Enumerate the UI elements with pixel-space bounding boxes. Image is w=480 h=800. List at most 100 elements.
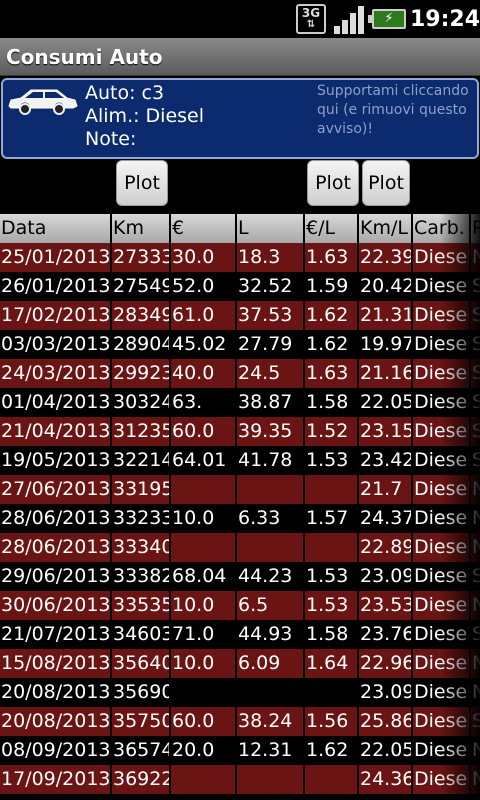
- cell-euro-per-liter: 1.58: [305, 388, 357, 417]
- cell-km: 27549: [112, 272, 169, 301]
- header-euro-per-liter: €/L: [305, 214, 357, 243]
- table-row[interactable]: 15/08/2013 35640 10.0 6.09 1.64 22.96 Diesel N: [0, 649, 480, 678]
- table-row[interactable]: 03/03/2013 28904 45.02 27.79 1.62 19.97 Diesel…: [0, 330, 480, 359]
- cell-km-per-liter: 23.76: [359, 620, 411, 649]
- cell-euro-per-liter: 1.62: [305, 736, 357, 765]
- cell-full: N: [471, 736, 480, 765]
- cell-euro-per-liter: 1.64: [305, 649, 357, 678]
- cell-euro: 63.: [171, 388, 235, 417]
- table-row[interactable]: 28/06/2013 33233 10.0 6.33 1.57 24.37 Diesel N: [0, 504, 480, 533]
- cell-km: 36574: [112, 736, 169, 765]
- cell-km-per-liter: 21.7: [359, 475, 411, 504]
- cell-liters: 37.53: [237, 301, 303, 330]
- cell-euro-per-liter: 1.57: [305, 504, 357, 533]
- table-header: Data Km € L €/L Km/L Carb. P: [0, 214, 480, 243]
- cell-full: S: [471, 417, 480, 446]
- cell-date: 21/07/2013: [0, 620, 110, 649]
- table-row[interactable]: 30/06/2013 33535 10.0 6.5 1.53 23.53 Diesel N: [0, 591, 480, 620]
- cell-euro: 45.02: [171, 330, 235, 359]
- network-3g-icon: 3G ⇅: [296, 4, 326, 34]
- cell-km-per-liter: 21.16: [359, 359, 411, 388]
- network-label: 3G: [301, 6, 321, 20]
- table-row[interactable]: 21/04/2013 31235 60.0 39.35 1.52 23.15 Diesel S: [0, 417, 480, 446]
- cell-km: 28349: [112, 301, 169, 330]
- battery-charging-icon: ⚡: [368, 9, 406, 29]
- cell-euro-per-liter: 1.63: [305, 243, 357, 272]
- cell-date: 26/01/2013: [0, 272, 110, 301]
- cell-euro-per-liter: [305, 765, 357, 794]
- cell-full: N: [471, 765, 480, 794]
- cell-fuel: Diesel: [413, 707, 469, 736]
- status-bar: 3G ⇅ ⚡ 19:24: [0, 0, 480, 38]
- cell-date: 17/09/2013: [0, 765, 110, 794]
- cell-euro-per-liter: [305, 475, 357, 504]
- cell-euro: [171, 533, 235, 562]
- cell-full: S: [471, 330, 480, 359]
- cell-km-per-liter: 23.09: [359, 678, 411, 707]
- cell-date: 21/04/2013: [0, 417, 110, 446]
- cell-euro-per-liter: 1.53: [305, 446, 357, 475]
- table-row[interactable]: 08/09/2013 36574 20.0 12.31 1.62 22.05 Diesel N: [0, 736, 480, 765]
- cell-liters: [237, 765, 303, 794]
- cell-km-per-liter: 25.86: [359, 707, 411, 736]
- plot-euro-button[interactable]: Plot: [116, 160, 168, 206]
- cell-liters: [237, 678, 303, 707]
- cell-liters: 24.5: [237, 359, 303, 388]
- cell-fuel: Diesel: [413, 591, 469, 620]
- cell-euro: 60.0: [171, 417, 235, 446]
- table-row[interactable]: 01/04/2013 30324 63. 38.87 1.58 22.05 Diesel S: [0, 388, 480, 417]
- table-row[interactable]: 27/06/2013 33195 21.7 Diesel N: [0, 475, 480, 504]
- table-row[interactable]: 20/08/2013 35750 60.0 38.24 1.56 25.86 Diesel S: [0, 707, 480, 736]
- cell-km: 36922: [112, 765, 169, 794]
- app-screen: 3G ⇅ ⚡ 19:24 Consumi Auto Auto: c3 Alim.…: [0, 0, 480, 800]
- cell-liters: [237, 533, 303, 562]
- plot-euro-per-liter-button[interactable]: Plot: [307, 160, 359, 206]
- cell-km: 34603: [112, 620, 169, 649]
- cell-km: 28904: [112, 330, 169, 359]
- cell-euro-per-liter: 1.62: [305, 301, 357, 330]
- cell-date: 25/01/2013: [0, 243, 110, 272]
- cell-date: 19/05/2013: [0, 446, 110, 475]
- cell-euro: 68.04: [171, 562, 235, 591]
- support-ad-link[interactable]: Supportami cliccando qui (e rimuovi ques…: [317, 82, 475, 139]
- table-row[interactable]: 19/05/2013 32214 64.01 41.78 1.53 23.42 Diesel…: [0, 446, 480, 475]
- cell-euro: 52.0: [171, 272, 235, 301]
- clock: 19:24: [410, 7, 480, 32]
- cell-fuel: Diesel: [413, 272, 469, 301]
- table-row[interactable]: 21/07/2013 34603 71.0 44.93 1.58 23.76 Diesel S: [0, 620, 480, 649]
- cell-liters: 44.23: [237, 562, 303, 591]
- table-row[interactable]: 26/01/2013 27549 52.0 32.52 1.59 20.42 Diesel S: [0, 272, 480, 301]
- cell-fuel: Diesel: [413, 620, 469, 649]
- table-row[interactable]: 17/02/2013 28349 61.0 37.53 1.62 21.31 Diesel S: [0, 301, 480, 330]
- plot-km-per-liter-button[interactable]: Plot: [362, 160, 410, 206]
- table-row[interactable]: 28/06/2013 33340 22.89 Diesel N: [0, 533, 480, 562]
- fuel-type-label: Alim.: Diesel: [85, 105, 205, 127]
- cell-euro-per-liter: [305, 533, 357, 562]
- cell-full: S: [471, 301, 480, 330]
- cell-liters: 32.52: [237, 272, 303, 301]
- table-row[interactable]: 24/03/2013 29923 40.0 24.5 1.63 21.16 Diesel S: [0, 359, 480, 388]
- cell-liters: 27.79: [237, 330, 303, 359]
- cell-date: 03/03/2013: [0, 330, 110, 359]
- cell-euro: 30.0: [171, 243, 235, 272]
- cell-liters: [237, 475, 303, 504]
- cell-euro-per-liter: 1.56: [305, 707, 357, 736]
- table-row[interactable]: 29/06/2013 33382 68.04 44.23 1.53 23.09 Diesel…: [0, 562, 480, 591]
- cell-fuel: Diesel: [413, 504, 469, 533]
- table-row[interactable]: 20/08/2013 35690 23.09 Diesel N: [0, 678, 480, 707]
- header-full: P: [471, 214, 480, 243]
- cell-full: S: [471, 272, 480, 301]
- cell-liters: 6.33: [237, 504, 303, 533]
- table-row[interactable]: 25/01/2013 27333 30.0 18.3 1.63 22.39 Diesel N: [0, 243, 480, 272]
- cell-euro-per-liter: 1.58: [305, 620, 357, 649]
- cell-liters: 6.5: [237, 591, 303, 620]
- cell-fuel: Diesel: [413, 678, 469, 707]
- cell-km-per-liter: 22.05: [359, 388, 411, 417]
- car-info-panel[interactable]: Auto: c3 Alim.: Diesel Note: Supportami …: [1, 78, 479, 159]
- table-row[interactable]: 17/09/2013 36922 24.36 Diesel N: [0, 765, 480, 794]
- cell-km: 35690: [112, 678, 169, 707]
- title-bar: Consumi Auto: [0, 38, 480, 76]
- header-euro: €: [171, 214, 235, 243]
- cell-km-per-liter: 24.36: [359, 765, 411, 794]
- cell-fuel: Diesel: [413, 330, 469, 359]
